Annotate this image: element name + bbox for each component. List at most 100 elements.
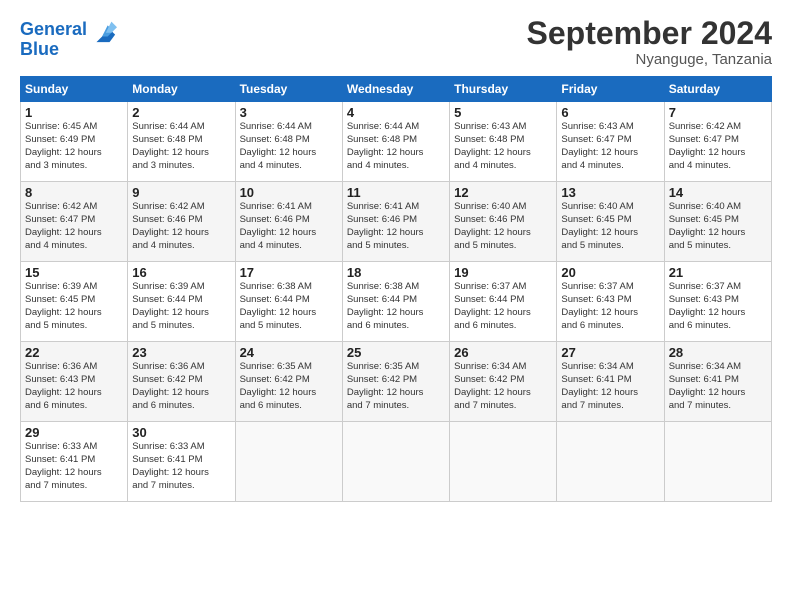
day-number: 24 bbox=[240, 345, 338, 360]
calendar-cell bbox=[342, 422, 449, 502]
calendar-cell: 8Sunrise: 6:42 AM Sunset: 6:47 PM Daylig… bbox=[21, 182, 128, 262]
calendar-week-3: 15Sunrise: 6:39 AM Sunset: 6:45 PM Dayli… bbox=[21, 262, 772, 342]
day-info: Sunrise: 6:42 AM Sunset: 6:47 PM Dayligh… bbox=[669, 121, 767, 172]
day-info: Sunrise: 6:33 AM Sunset: 6:41 PM Dayligh… bbox=[25, 441, 123, 492]
day-number: 15 bbox=[25, 265, 123, 280]
day-number: 23 bbox=[132, 345, 230, 360]
calendar-cell: 2Sunrise: 6:44 AM Sunset: 6:48 PM Daylig… bbox=[128, 102, 235, 182]
weekday-header-monday: Monday bbox=[128, 77, 235, 102]
day-number: 22 bbox=[25, 345, 123, 360]
day-number: 28 bbox=[669, 345, 767, 360]
calendar-cell: 28Sunrise: 6:34 AM Sunset: 6:41 PM Dayli… bbox=[664, 342, 771, 422]
day-info: Sunrise: 6:42 AM Sunset: 6:47 PM Dayligh… bbox=[25, 201, 123, 252]
calendar-cell bbox=[235, 422, 342, 502]
day-number: 13 bbox=[561, 185, 659, 200]
calendar-cell: 10Sunrise: 6:41 AM Sunset: 6:46 PM Dayli… bbox=[235, 182, 342, 262]
weekday-header-tuesday: Tuesday bbox=[235, 77, 342, 102]
calendar-week-4: 22Sunrise: 6:36 AM Sunset: 6:43 PM Dayli… bbox=[21, 342, 772, 422]
page: General Blue September 2024 Nyanguge, Ta… bbox=[0, 0, 792, 612]
day-number: 2 bbox=[132, 105, 230, 120]
day-number: 17 bbox=[240, 265, 338, 280]
calendar-cell: 25Sunrise: 6:35 AM Sunset: 6:42 PM Dayli… bbox=[342, 342, 449, 422]
day-info: Sunrise: 6:36 AM Sunset: 6:42 PM Dayligh… bbox=[132, 361, 230, 412]
calendar-cell: 22Sunrise: 6:36 AM Sunset: 6:43 PM Dayli… bbox=[21, 342, 128, 422]
calendar-cell: 30Sunrise: 6:33 AM Sunset: 6:41 PM Dayli… bbox=[128, 422, 235, 502]
day-info: Sunrise: 6:40 AM Sunset: 6:46 PM Dayligh… bbox=[454, 201, 552, 252]
calendar-cell: 27Sunrise: 6:34 AM Sunset: 6:41 PM Dayli… bbox=[557, 342, 664, 422]
day-info: Sunrise: 6:40 AM Sunset: 6:45 PM Dayligh… bbox=[669, 201, 767, 252]
day-info: Sunrise: 6:44 AM Sunset: 6:48 PM Dayligh… bbox=[132, 121, 230, 172]
calendar-cell: 13Sunrise: 6:40 AM Sunset: 6:45 PM Dayli… bbox=[557, 182, 664, 262]
calendar-cell: 24Sunrise: 6:35 AM Sunset: 6:42 PM Dayli… bbox=[235, 342, 342, 422]
day-number: 21 bbox=[669, 265, 767, 280]
calendar-cell: 6Sunrise: 6:43 AM Sunset: 6:47 PM Daylig… bbox=[557, 102, 664, 182]
calendar-week-2: 8Sunrise: 6:42 AM Sunset: 6:47 PM Daylig… bbox=[21, 182, 772, 262]
day-info: Sunrise: 6:33 AM Sunset: 6:41 PM Dayligh… bbox=[132, 441, 230, 492]
logo-text: General bbox=[20, 20, 87, 40]
calendar-cell: 16Sunrise: 6:39 AM Sunset: 6:44 PM Dayli… bbox=[128, 262, 235, 342]
day-number: 9 bbox=[132, 185, 230, 200]
day-number: 4 bbox=[347, 105, 445, 120]
calendar-cell: 18Sunrise: 6:38 AM Sunset: 6:44 PM Dayli… bbox=[342, 262, 449, 342]
day-info: Sunrise: 6:39 AM Sunset: 6:45 PM Dayligh… bbox=[25, 281, 123, 332]
day-info: Sunrise: 6:38 AM Sunset: 6:44 PM Dayligh… bbox=[240, 281, 338, 332]
day-number: 27 bbox=[561, 345, 659, 360]
day-number: 26 bbox=[454, 345, 552, 360]
weekday-header-friday: Friday bbox=[557, 77, 664, 102]
day-info: Sunrise: 6:34 AM Sunset: 6:41 PM Dayligh… bbox=[561, 361, 659, 412]
day-number: 14 bbox=[669, 185, 767, 200]
calendar-cell: 20Sunrise: 6:37 AM Sunset: 6:43 PM Dayli… bbox=[557, 262, 664, 342]
calendar-cell: 3Sunrise: 6:44 AM Sunset: 6:48 PM Daylig… bbox=[235, 102, 342, 182]
day-info: Sunrise: 6:45 AM Sunset: 6:49 PM Dayligh… bbox=[25, 121, 123, 172]
calendar-cell: 11Sunrise: 6:41 AM Sunset: 6:46 PM Dayli… bbox=[342, 182, 449, 262]
day-info: Sunrise: 6:43 AM Sunset: 6:48 PM Dayligh… bbox=[454, 121, 552, 172]
day-number: 1 bbox=[25, 105, 123, 120]
calendar-cell: 17Sunrise: 6:38 AM Sunset: 6:44 PM Dayli… bbox=[235, 262, 342, 342]
day-info: Sunrise: 6:44 AM Sunset: 6:48 PM Dayligh… bbox=[240, 121, 338, 172]
header: General Blue September 2024 Nyanguge, Ta… bbox=[20, 16, 772, 68]
calendar-cell: 23Sunrise: 6:36 AM Sunset: 6:42 PM Dayli… bbox=[128, 342, 235, 422]
day-info: Sunrise: 6:37 AM Sunset: 6:43 PM Dayligh… bbox=[561, 281, 659, 332]
calendar-cell: 15Sunrise: 6:39 AM Sunset: 6:45 PM Dayli… bbox=[21, 262, 128, 342]
calendar-cell: 7Sunrise: 6:42 AM Sunset: 6:47 PM Daylig… bbox=[664, 102, 771, 182]
calendar-cell: 14Sunrise: 6:40 AM Sunset: 6:45 PM Dayli… bbox=[664, 182, 771, 262]
day-number: 11 bbox=[347, 185, 445, 200]
day-info: Sunrise: 6:41 AM Sunset: 6:46 PM Dayligh… bbox=[240, 201, 338, 252]
day-info: Sunrise: 6:36 AM Sunset: 6:43 PM Dayligh… bbox=[25, 361, 123, 412]
day-number: 6 bbox=[561, 105, 659, 120]
day-info: Sunrise: 6:37 AM Sunset: 6:44 PM Dayligh… bbox=[454, 281, 552, 332]
day-number: 10 bbox=[240, 185, 338, 200]
day-number: 29 bbox=[25, 425, 123, 440]
day-number: 5 bbox=[454, 105, 552, 120]
day-info: Sunrise: 6:34 AM Sunset: 6:42 PM Dayligh… bbox=[454, 361, 552, 412]
calendar-cell: 19Sunrise: 6:37 AM Sunset: 6:44 PM Dayli… bbox=[450, 262, 557, 342]
day-number: 7 bbox=[669, 105, 767, 120]
day-number: 18 bbox=[347, 265, 445, 280]
day-number: 8 bbox=[25, 185, 123, 200]
weekday-header-wednesday: Wednesday bbox=[342, 77, 449, 102]
day-info: Sunrise: 6:40 AM Sunset: 6:45 PM Dayligh… bbox=[561, 201, 659, 252]
calendar-week-1: 1Sunrise: 6:45 AM Sunset: 6:49 PM Daylig… bbox=[21, 102, 772, 182]
day-info: Sunrise: 6:42 AM Sunset: 6:46 PM Dayligh… bbox=[132, 201, 230, 252]
month-title: September 2024 bbox=[527, 16, 772, 51]
logo-icon bbox=[89, 16, 117, 44]
title-block: September 2024 Nyanguge, Tanzania bbox=[527, 16, 772, 68]
day-info: Sunrise: 6:35 AM Sunset: 6:42 PM Dayligh… bbox=[240, 361, 338, 412]
calendar-cell: 4Sunrise: 6:44 AM Sunset: 6:48 PM Daylig… bbox=[342, 102, 449, 182]
day-info: Sunrise: 6:35 AM Sunset: 6:42 PM Dayligh… bbox=[347, 361, 445, 412]
day-number: 12 bbox=[454, 185, 552, 200]
calendar-cell: 12Sunrise: 6:40 AM Sunset: 6:46 PM Dayli… bbox=[450, 182, 557, 262]
day-number: 19 bbox=[454, 265, 552, 280]
day-info: Sunrise: 6:38 AM Sunset: 6:44 PM Dayligh… bbox=[347, 281, 445, 332]
weekday-header-sunday: Sunday bbox=[21, 77, 128, 102]
day-info: Sunrise: 6:44 AM Sunset: 6:48 PM Dayligh… bbox=[347, 121, 445, 172]
weekday-header-thursday: Thursday bbox=[450, 77, 557, 102]
day-number: 30 bbox=[132, 425, 230, 440]
calendar-week-5: 29Sunrise: 6:33 AM Sunset: 6:41 PM Dayli… bbox=[21, 422, 772, 502]
day-number: 20 bbox=[561, 265, 659, 280]
weekday-header-saturday: Saturday bbox=[664, 77, 771, 102]
day-number: 16 bbox=[132, 265, 230, 280]
calendar-cell: 26Sunrise: 6:34 AM Sunset: 6:42 PM Dayli… bbox=[450, 342, 557, 422]
day-info: Sunrise: 6:37 AM Sunset: 6:43 PM Dayligh… bbox=[669, 281, 767, 332]
day-number: 25 bbox=[347, 345, 445, 360]
